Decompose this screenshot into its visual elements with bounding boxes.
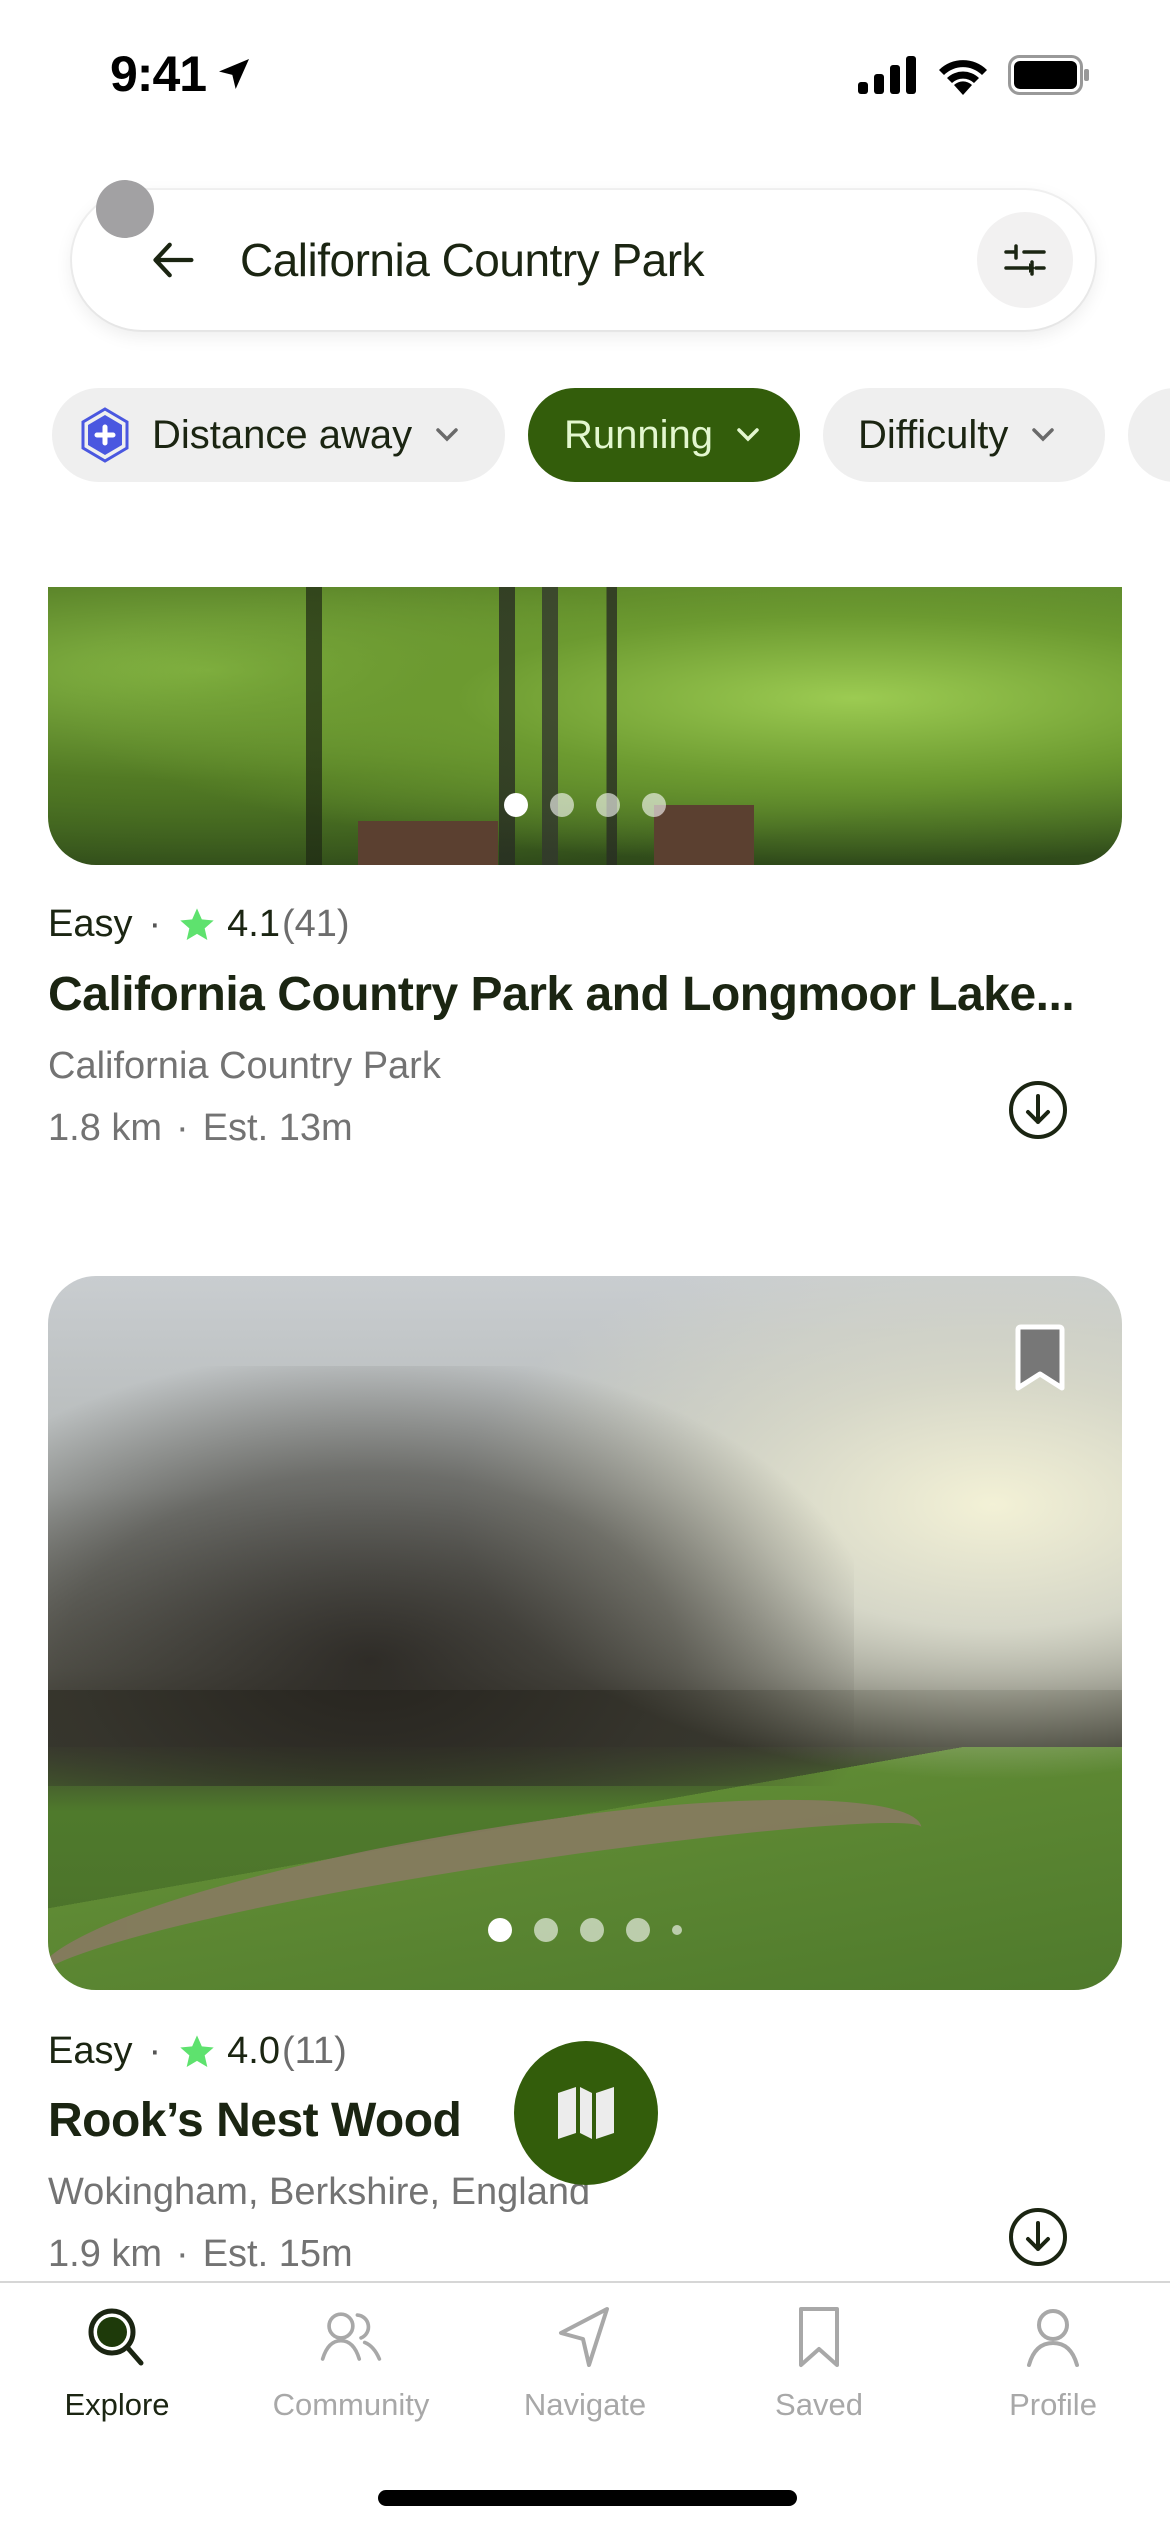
- trail-meta: Easy · 4.0 (11): [48, 2030, 347, 2073]
- trail-title[interactable]: Rook’s Nest Wood: [48, 2093, 462, 2148]
- plus-hexagon-icon: [81, 407, 129, 463]
- carousel-dot[interactable]: [550, 793, 574, 817]
- tab-community[interactable]: Community: [234, 2305, 468, 2423]
- star-icon: [180, 2034, 214, 2067]
- tab-saved[interactable]: Saved: [702, 2305, 936, 2423]
- filter-chip-label: Difficulty: [858, 412, 1009, 457]
- separator-dot: ·: [176, 2233, 189, 2275]
- trail-duration: Est. 13m: [202, 1107, 353, 1149]
- location-arrow-icon: [219, 59, 250, 89]
- home-indicator[interactable]: [378, 2490, 797, 2506]
- download-icon: [1009, 2208, 1067, 2266]
- filter-settings-button[interactable]: [977, 212, 1073, 308]
- separator-dot: ·: [148, 2030, 162, 2072]
- back-button[interactable]: [144, 230, 204, 290]
- navigate-icon: [553, 2305, 617, 2369]
- carousel-dot[interactable]: [504, 793, 528, 817]
- tab-profile[interactable]: Profile: [936, 2305, 1170, 2423]
- map-view-button[interactable]: [514, 2041, 658, 2185]
- carousel-dot[interactable]: [488, 1918, 512, 1942]
- rating-value: 4.0: [227, 2030, 280, 2072]
- tab-label: Navigate: [523, 2387, 647, 2422]
- dirt-path: [48, 1768, 935, 1990]
- profile-icon: [1021, 2305, 1085, 2369]
- rating-value: 4.1: [227, 903, 280, 945]
- carousel-dot[interactable]: [672, 1925, 682, 1935]
- review-count: (11): [281, 2030, 347, 2072]
- filter-chip-distance[interactable]: Distance away: [52, 388, 505, 482]
- carousel-dot[interactable]: [534, 1918, 558, 1942]
- tree-silhouettes: [48, 1366, 854, 1786]
- carousel-dots: [48, 1918, 1122, 1942]
- filter-chip-label: Distance away: [152, 412, 413, 457]
- filter-chip-running[interactable]: Running: [528, 388, 800, 482]
- status-icons: [858, 55, 1090, 95]
- filter-chip-label: Running: [564, 412, 714, 457]
- star-icon: [180, 907, 214, 940]
- map-icon: [558, 2087, 614, 2139]
- trail-image-carousel[interactable]: [48, 1276, 1122, 1990]
- carousel-dot[interactable]: [580, 1918, 604, 1942]
- difficulty-label: Easy: [48, 2030, 133, 2072]
- status-time: 9:41: [110, 45, 254, 103]
- download-button[interactable]: [1008, 1080, 1068, 1140]
- bookmark-icon: [1015, 1324, 1065, 1391]
- chevron-down-icon: [436, 428, 458, 442]
- search-input[interactable]: California Country Park: [240, 233, 705, 287]
- separator-dot: ·: [176, 1107, 189, 1149]
- carousel-dot[interactable]: [596, 793, 620, 817]
- download-button[interactable]: [1008, 2207, 1068, 2267]
- cellular-signal-icon: [858, 56, 916, 94]
- tab-navigate[interactable]: Navigate: [468, 2305, 702, 2423]
- carousel-dots: [48, 793, 1122, 817]
- trail-duration: Est. 15m: [202, 2233, 353, 2275]
- trail-stats: 1.8 km · Est. 13m: [48, 1107, 353, 1150]
- trail-distance: 1.8 km: [48, 1107, 163, 1149]
- clock: 9:41: [110, 46, 207, 102]
- bookmark-icon: [787, 2305, 851, 2369]
- carousel-dot[interactable]: [642, 793, 666, 817]
- trail-distance: 1.9 km: [48, 2233, 163, 2275]
- wifi-icon: [939, 60, 987, 95]
- chevron-down-icon: [1032, 428, 1055, 442]
- trail-location: Wokingham, Berkshire, England: [48, 2171, 591, 2213]
- sliders-icon: [1004, 244, 1046, 276]
- search-icon: [85, 2305, 149, 2369]
- trail-image-carousel[interactable]: [48, 587, 1122, 865]
- trail-title[interactable]: California Country Park and Longmoor Lak…: [48, 967, 1075, 1022]
- trail-meta: Easy · 4.1 (41): [48, 903, 350, 946]
- tab-label: Saved: [775, 2387, 863, 2422]
- chevron-down-icon: [737, 428, 759, 442]
- tab-label: Community: [272, 2387, 430, 2422]
- tab-label: Explore: [64, 2387, 170, 2422]
- review-count: (41): [281, 903, 350, 945]
- community-icon: [319, 2305, 383, 2369]
- trail-stats: 1.9 km · Est. 15m: [48, 2233, 353, 2276]
- trail-location: California Country Park: [48, 1045, 441, 1087]
- save-trail-button[interactable]: [1014, 1324, 1066, 1392]
- filter-chip-difficulty[interactable]: Difficulty: [823, 388, 1105, 482]
- battery-icon: [1008, 55, 1089, 95]
- arrow-left-icon: [153, 242, 194, 278]
- download-icon: [1009, 1081, 1067, 1139]
- carousel-dot[interactable]: [626, 1918, 650, 1942]
- difficulty-label: Easy: [48, 903, 133, 945]
- tab-label: Profile: [1009, 2387, 1097, 2422]
- filter-chip-more[interactable]: [1128, 388, 1170, 482]
- tab-explore[interactable]: Explore: [0, 2305, 234, 2423]
- bridge-rail: [358, 821, 498, 865]
- separator-dot: ·: [148, 903, 162, 945]
- touch-indicator: [96, 180, 154, 238]
- search-bar[interactable]: California Country Park: [72, 190, 1095, 330]
